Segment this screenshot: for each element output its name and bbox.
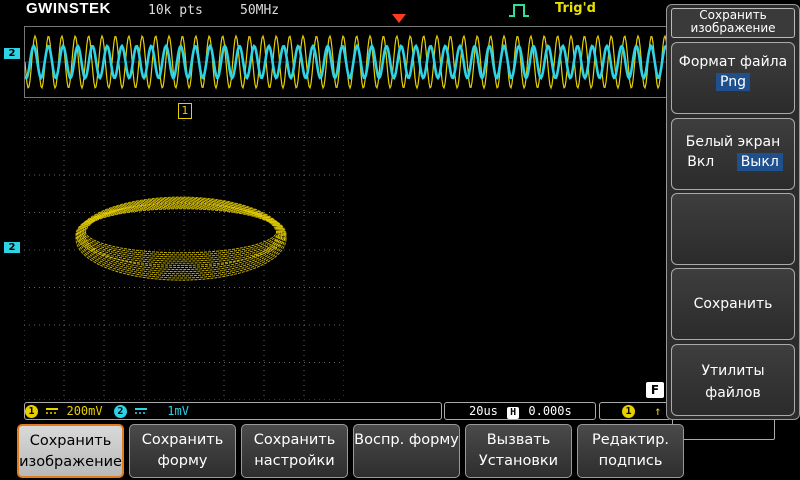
ch2-scale: 1mV [167,404,189,418]
xy-display [24,100,344,400]
function-icon: F [645,381,665,399]
softkey-save-setup[interactable]: Сохранить настройки [241,424,348,478]
trigger-source-status: 1 ↑ [599,402,671,420]
horizontal-icon: H [507,407,520,419]
ink-saver-on: Вкл [687,154,715,170]
save-button[interactable]: Сохранить [671,268,795,340]
horizontal-position: 0.000s [528,404,572,418]
xy-trace [80,199,282,275]
softkey-save-waveform[interactable]: Сохранить форму [129,424,236,478]
ch2-badge: 2 [113,405,127,418]
side-menu-title: Сохранить изображение [671,8,795,38]
dc-coupling-icon [46,408,59,414]
brand-logo: GWINSTEK [26,0,111,17]
trigger-source-badge: 1 [622,405,635,418]
ink-saver-label: Белый экран [685,134,781,150]
softkey-recall-setup[interactable]: Вызвать Установки [465,424,572,478]
record-length: 10k pts [148,3,203,18]
timebase: 20us [469,404,498,418]
softkey-recall-waveform[interactable]: Воспр. форму [353,424,460,478]
file-utilities-label: Утилиты файлов [701,363,765,401]
ch1-scale: 200mV [66,404,103,418]
ch2-ground-marker: 2 [4,242,20,253]
trigger-position-marker [392,14,406,23]
file-utilities-button[interactable]: Утилиты файлов [671,344,795,416]
trigger-edge-icon [509,4,529,17]
dc-coupling-icon [135,408,148,414]
waveform-overview [24,26,670,98]
ch1-position-marker: 1 [178,103,192,119]
file-format-label: Формат файла [678,54,788,70]
softkey-edit-label[interactable]: Редактир. подпись [577,424,684,478]
info-bar [672,418,775,440]
trigger-status: Trig'd [555,1,596,16]
xy-trace [81,206,281,258]
file-format-button[interactable]: Формат файла Png [671,42,795,114]
ink-saver-button[interactable]: Белый экран Вкл Выкл [671,118,795,190]
sample-rate: 50MHz [240,3,280,18]
ink-saver-off: Выкл [736,153,783,171]
rising-edge-icon: ↑ [654,404,662,418]
softkey-save-image[interactable]: Сохранить изображение [17,424,124,478]
empty-side-button[interactable] [671,193,795,265]
timebase-status: 20us H 0.000s [444,402,596,420]
file-format-value: Png [716,73,750,91]
save-label: Сохранить [693,296,773,312]
ch2-overview-marker: 2 [4,48,20,59]
channel-status: 1 200mV 2 1mV [24,402,442,420]
ch1-badge: 1 [25,405,38,418]
xy-trace [84,208,278,254]
